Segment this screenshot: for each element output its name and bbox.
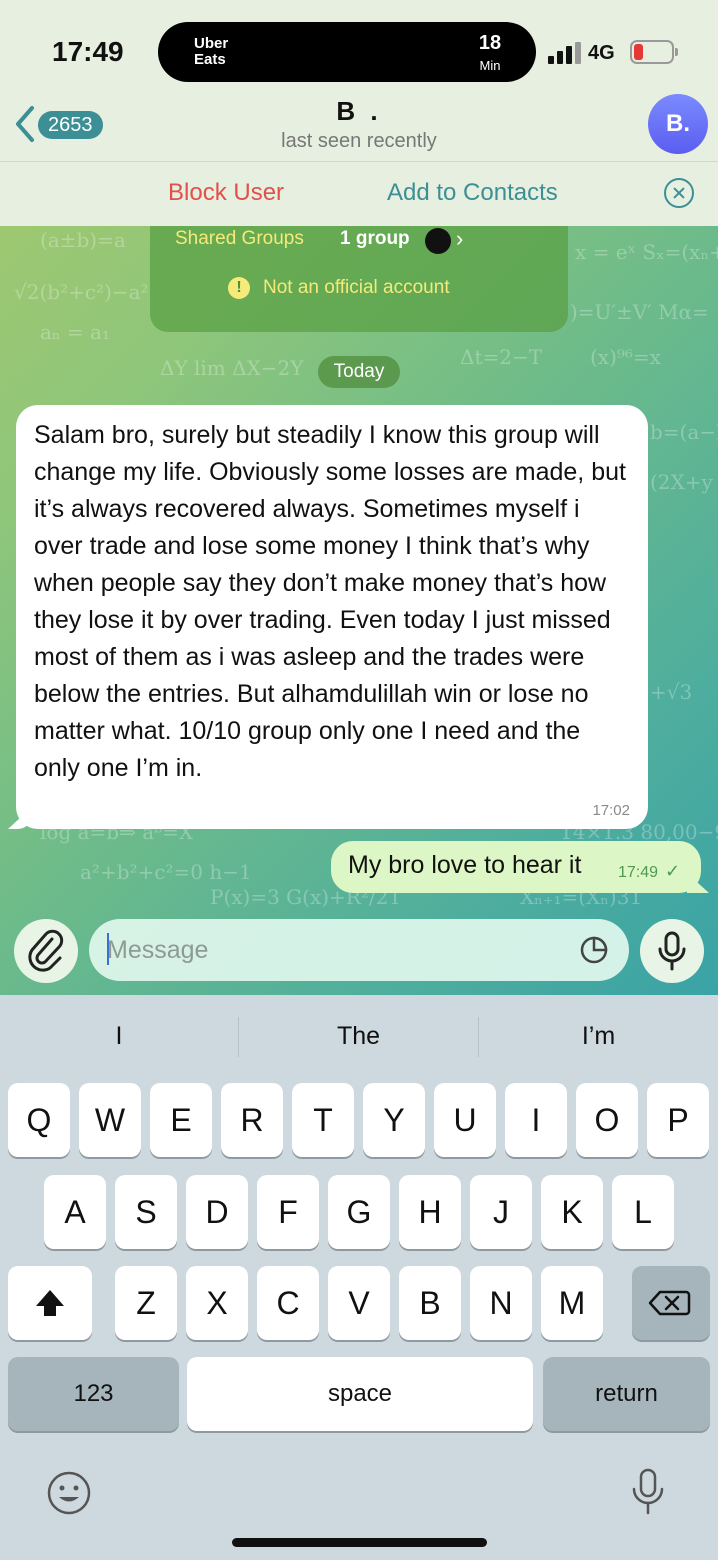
wallpaper-doodle: +√3: [650, 680, 693, 704]
live-activity-app: Uber Eats: [194, 35, 229, 68]
last-seen-status: last seen recently: [281, 130, 437, 152]
key-e[interactable]: E: [150, 1083, 212, 1157]
status-bar: 17:49 Uber Eats 18 Min 4G: [0, 0, 718, 90]
suggestion-1[interactable]: I: [0, 1015, 238, 1057]
return-key[interactable]: return: [543, 1357, 710, 1431]
key-t[interactable]: T: [292, 1083, 354, 1157]
wallpaper-doodle: (a±b)=a: [40, 228, 126, 252]
key-a[interactable]: A: [44, 1175, 106, 1249]
chat-title[interactable]: B .: [0, 96, 718, 127]
outgoing-message-bubble[interactable]: My bro love to hear it 17:49 ✓: [331, 841, 701, 893]
voice-message-button[interactable]: [640, 919, 704, 983]
live-activity-value: 18: [478, 32, 502, 54]
key-i[interactable]: I: [505, 1083, 567, 1157]
chevron-right-icon[interactable]: ›: [456, 226, 463, 252]
key-p[interactable]: P: [647, 1083, 709, 1157]
key-f[interactable]: F: [257, 1175, 319, 1249]
block-user-button[interactable]: Block User: [168, 179, 284, 207]
key-k[interactable]: K: [541, 1175, 603, 1249]
key-j[interactable]: J: [470, 1175, 532, 1249]
numbers-key[interactable]: 123: [8, 1357, 179, 1431]
key-l[interactable]: L: [612, 1175, 674, 1249]
message-field[interactable]: [89, 919, 629, 981]
navigation-bar: 2653 B . last seen recently B.: [0, 90, 718, 162]
wallpaper-doodle: a²+b²+c²=0 h−1: [80, 860, 252, 884]
wallpaper-doodle: )=U′±V′ Mα=: [570, 300, 709, 324]
key-w[interactable]: W: [79, 1083, 141, 1157]
message-time: 17:49: [618, 864, 659, 881]
add-to-contacts-button[interactable]: Add to Contacts: [387, 179, 558, 207]
key-m[interactable]: M: [541, 1266, 603, 1340]
wallpaper-doodle: (x)⁹⁶=x: [590, 345, 661, 369]
key-g[interactable]: G: [328, 1175, 390, 1249]
avatar[interactable]: B.: [648, 94, 708, 154]
contact-info-card: Shared Groups 1 group › ! Not an officia…: [150, 226, 568, 332]
wallpaper-doodle: aₙ = a₁: [40, 320, 110, 344]
message-text: My bro love to hear it: [348, 851, 582, 879]
date-separator: Today: [318, 356, 400, 388]
key-o[interactable]: O: [576, 1083, 638, 1157]
key-s[interactable]: S: [115, 1175, 177, 1249]
shift-arrow-icon: [36, 1290, 64, 1316]
key-x[interactable]: X: [186, 1266, 248, 1340]
chat-header: 17:49 Uber Eats 18 Min 4G 2653 B . last …: [0, 0, 718, 226]
wallpaper-doodle: Δt=2−T: [460, 345, 543, 369]
sticker-icon[interactable]: [579, 935, 609, 965]
wallpaper-doodle: √2(b²+c²)−a²: [14, 280, 149, 304]
network-type: 4G: [588, 42, 615, 64]
space-key[interactable]: space: [187, 1357, 533, 1431]
shared-groups-count[interactable]: 1 group: [340, 228, 410, 250]
backspace-key[interactable]: [632, 1266, 710, 1340]
incoming-message-bubble[interactable]: Salam bro, surely but steadily I know th…: [16, 405, 648, 829]
backspace-icon: [648, 1290, 691, 1316]
dictation-microphone-icon[interactable]: [628, 1467, 668, 1517]
home-indicator[interactable]: [232, 1538, 487, 1547]
key-v[interactable]: V: [328, 1266, 390, 1340]
shared-groups-label: Shared Groups: [175, 228, 304, 249]
text-caret: [107, 933, 109, 965]
read-check-icon: ✓: [665, 861, 681, 881]
emoji-icon[interactable]: [46, 1470, 92, 1516]
key-d[interactable]: D: [186, 1175, 248, 1249]
shift-key[interactable]: [8, 1266, 92, 1340]
message-text: Salam bro, surely but steadily I know th…: [34, 421, 626, 782]
key-q[interactable]: Q: [8, 1083, 70, 1157]
wallpaper-doodle: (2X+y: [650, 470, 713, 494]
unofficial-account-warning: Not an official account: [263, 277, 450, 298]
status-time: 17:49: [52, 36, 124, 67]
close-icon[interactable]: [664, 178, 694, 208]
message-input[interactable]: [107, 933, 557, 967]
wallpaper-doodle: x = eˣ Sₓ=(xₙ+: [575, 240, 718, 264]
message-time: 17:02: [592, 802, 630, 819]
paperclip-icon: [28, 929, 64, 972]
live-activity-unit: Min: [479, 58, 501, 73]
suggestion-2[interactable]: The: [239, 1015, 478, 1057]
warning-icon: !: [228, 277, 250, 299]
keyboard: I The I’m Q W E R T Y U I O P A S D F G …: [0, 995, 718, 1560]
key-h[interactable]: H: [399, 1175, 461, 1249]
key-b[interactable]: B: [399, 1266, 461, 1340]
key-u[interactable]: U: [434, 1083, 496, 1157]
group-avatar[interactable]: [425, 228, 451, 254]
key-y[interactable]: Y: [363, 1083, 425, 1157]
dynamic-island[interactable]: Uber Eats 18 Min: [158, 22, 536, 82]
key-r[interactable]: R: [221, 1083, 283, 1157]
key-n[interactable]: N: [470, 1266, 532, 1340]
key-c[interactable]: C: [257, 1266, 319, 1340]
microphone-icon: [658, 931, 686, 971]
key-z[interactable]: Z: [115, 1266, 177, 1340]
signal-icon: [548, 40, 582, 64]
battery-icon: [630, 40, 678, 64]
wallpaper-doodle: ΔY lim ΔX−2Y: [160, 356, 304, 380]
wallpaper-doodle: b=(a−b): [650, 420, 718, 444]
attach-button[interactable]: [14, 919, 78, 983]
suggestion-3[interactable]: I’m: [479, 1015, 718, 1057]
battery-level: [634, 44, 643, 60]
contact-action-bar: Block User Add to Contacts: [0, 162, 718, 226]
